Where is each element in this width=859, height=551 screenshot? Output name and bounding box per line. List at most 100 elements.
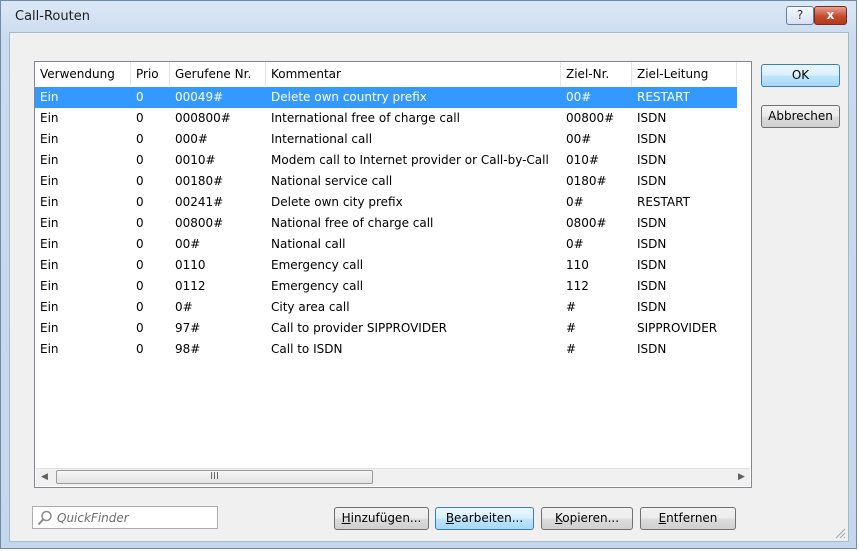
cell-ziel-nr: 010# xyxy=(566,153,599,167)
cell-gerufene-nr: 00180# xyxy=(175,174,224,188)
cell-verwendung: Ein xyxy=(40,174,59,188)
cell-ziel-nr: 00# xyxy=(566,90,592,104)
edit-button[interactable]: Bearbeiten... xyxy=(435,507,534,530)
table-row[interactable]: Ein 0 0112 Emergency call 112 ISDN xyxy=(35,276,737,297)
cell-verwendung: Ein xyxy=(40,258,59,272)
scroll-left-icon[interactable]: ◀ xyxy=(36,469,53,486)
ok-button[interactable]: OK xyxy=(761,64,840,87)
cell-ziel-leitung: ISDN xyxy=(637,342,667,356)
cell-ziel-nr: # xyxy=(566,300,577,314)
cell-gerufene-nr: 00241# xyxy=(175,195,224,209)
dialog-client-area: Verwendung Prio Gerufene Nr. Kommentar Z… xyxy=(9,32,849,542)
cell-kommentar: Modem call to Internet provider or Call-… xyxy=(271,153,549,167)
cell-kommentar: National service call xyxy=(271,174,393,188)
cell-kommentar: National call xyxy=(271,237,346,251)
remove-button[interactable]: Entfernen xyxy=(640,507,736,530)
cell-gerufene-nr: 000# xyxy=(175,132,208,146)
table-row[interactable]: Ein 0 97# Call to provider SIPPROVIDER # SIPP… xyxy=(35,318,737,339)
cell-gerufene-nr: 97# xyxy=(175,321,201,335)
cell-verwendung: Ein xyxy=(40,132,59,146)
quickfinder-placeholder: QuickFinder xyxy=(57,511,129,525)
table-row[interactable]: Ein 0 000# International call 00# ISDN xyxy=(35,129,737,150)
cell-verwendung: Ein xyxy=(40,195,59,209)
cell-ziel-nr: # xyxy=(566,342,577,356)
dialog-window: Call-Routen ? x Verwendung Prio Gerufene… xyxy=(0,0,857,549)
quickfinder-input[interactable]: QuickFinder xyxy=(32,506,218,529)
cell-kommentar: Delete own city prefix xyxy=(271,195,403,209)
cell-ziel-leitung: ISDN xyxy=(637,300,667,314)
cell-verwendung: Ein xyxy=(40,216,59,230)
cell-ziel-nr: 0# xyxy=(566,237,584,251)
table-row[interactable]: Ein 0 00049# Delete own country prefix 00# RE… xyxy=(35,87,737,108)
column-header-kommentar[interactable]: Kommentar xyxy=(266,62,561,86)
cell-verwendung: Ein xyxy=(40,90,59,104)
cell-kommentar: Delete own country prefix xyxy=(271,90,427,104)
cell-gerufene-nr: 00800# xyxy=(175,216,224,230)
cell-ziel-nr: 00# xyxy=(566,132,592,146)
table-row[interactable]: Ein 0 0010# Modem call to Internet provider… xyxy=(35,150,737,171)
help-button[interactable]: ? xyxy=(786,6,814,25)
cell-verwendung: Ein xyxy=(40,279,59,293)
cell-ziel-leitung: ISDN xyxy=(637,174,667,188)
column-header-ziel-leitung[interactable]: Ziel-Leitung xyxy=(632,62,737,86)
column-header-ziel-nr[interactable]: Ziel-Nr. xyxy=(561,62,632,86)
cell-gerufene-nr: 0112 xyxy=(175,279,206,293)
cell-prio: 0 xyxy=(136,342,144,356)
cell-prio: 0 xyxy=(136,216,144,230)
cell-prio: 0 xyxy=(136,279,144,293)
cell-ziel-nr: 00800# xyxy=(566,111,615,125)
cell-ziel-leitung: ISDN xyxy=(637,132,667,146)
cell-prio: 0 xyxy=(136,90,144,104)
cell-gerufene-nr: 0# xyxy=(175,300,193,314)
cell-prio: 0 xyxy=(136,111,144,125)
cell-ziel-nr: 110 xyxy=(566,258,589,272)
cell-ziel-nr: # xyxy=(566,321,577,335)
table-row[interactable]: Ein 0 0# City area call # ISDN xyxy=(35,297,737,318)
table-row[interactable]: Ein 0 00# National call 0# ISDN xyxy=(35,234,737,255)
column-header-gerufene-nr[interactable]: Gerufene Nr. xyxy=(170,62,266,86)
cell-verwendung: Ein xyxy=(40,153,59,167)
cell-prio: 0 xyxy=(136,132,144,146)
table-row[interactable]: Ein 0 000800# International free of charge … xyxy=(35,108,737,129)
cell-kommentar: International free of charge call xyxy=(271,111,460,125)
cell-verwendung: Ein xyxy=(40,111,59,125)
horizontal-scrollbar[interactable]: ◀ III ▶ xyxy=(36,468,750,486)
cell-ziel-leitung: RESTART xyxy=(637,90,690,104)
table-row[interactable]: Ein 0 0110 Emergency call 110 ISDN xyxy=(35,255,737,276)
cell-kommentar: Call to ISDN xyxy=(271,342,343,356)
table-row[interactable]: Ein 0 98# Call to ISDN # ISDN xyxy=(35,339,737,360)
scrollbar-thumb[interactable]: III xyxy=(56,470,373,484)
scroll-right-icon[interactable]: ▶ xyxy=(733,469,750,486)
cell-verwendung: Ein xyxy=(40,300,59,314)
table-row[interactable]: Ein 0 00800# National free of charge call 08… xyxy=(35,213,737,234)
table-row[interactable]: Ein 0 00241# Delete own city prefix 0# RESTAR… xyxy=(35,192,737,213)
cell-gerufene-nr: 000800# xyxy=(175,111,231,125)
cell-kommentar: National free of charge call xyxy=(271,216,434,230)
add-button[interactable]: Hinzufügen... xyxy=(334,507,429,530)
copy-button[interactable]: Kopieren... xyxy=(541,507,633,530)
column-header-prio[interactable]: Prio xyxy=(131,62,170,86)
cell-gerufene-nr: 00# xyxy=(175,237,201,251)
table-row[interactable]: Ein 0 00180# National service call 0180# ISDN xyxy=(35,171,737,192)
cell-prio: 0 xyxy=(136,174,144,188)
cell-prio: 0 xyxy=(136,237,144,251)
cell-kommentar: International call xyxy=(271,132,373,146)
cell-gerufene-nr: 0110 xyxy=(175,258,206,272)
call-routes-table[interactable]: Verwendung Prio Gerufene Nr. Kommentar Z… xyxy=(34,61,752,488)
cell-ziel-nr: 112 xyxy=(566,279,589,293)
cell-prio: 0 xyxy=(136,195,144,209)
resize-grip-icon[interactable] xyxy=(834,527,846,539)
cell-kommentar: City area call xyxy=(271,300,350,314)
cell-prio: 0 xyxy=(136,300,144,314)
cell-verwendung: Ein xyxy=(40,321,59,335)
cell-gerufene-nr: 0010# xyxy=(175,153,216,167)
cell-ziel-leitung: ISDN xyxy=(637,111,667,125)
cell-gerufene-nr: 98# xyxy=(175,342,201,356)
column-header-verwendung[interactable]: Verwendung xyxy=(35,62,131,86)
cell-kommentar: Emergency call xyxy=(271,279,364,293)
close-button[interactable]: x xyxy=(814,6,847,25)
cancel-button[interactable]: Abbrechen xyxy=(761,105,840,128)
cell-ziel-leitung: ISDN xyxy=(637,153,667,167)
cell-ziel-leitung: ISDN xyxy=(637,279,667,293)
cell-ziel-nr: 0180# xyxy=(566,174,607,188)
